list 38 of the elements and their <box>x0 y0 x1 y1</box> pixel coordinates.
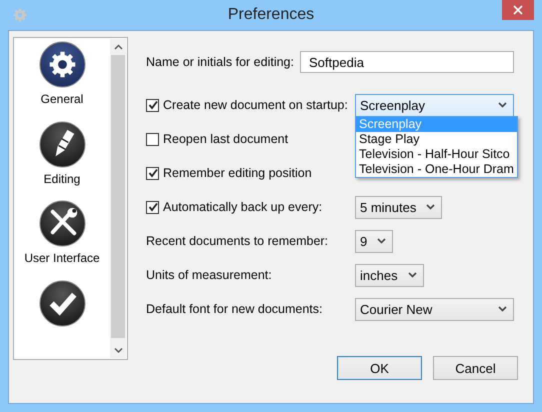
dropdown-option[interactable]: Television - Half-Hour Sitco <box>356 146 517 162</box>
gear-icon <box>11 6 29 24</box>
checkbox[interactable] <box>146 200 159 214</box>
setting-label: Name or initials for editing: <box>146 55 294 69</box>
ok-button[interactable]: OK <box>337 356 422 380</box>
checkbox[interactable] <box>146 98 159 112</box>
window-title: Preferences <box>226 6 316 24</box>
category-item[interactable]: General <box>14 41 110 120</box>
caret-icon <box>426 204 436 210</box>
scroll-down-icon[interactable] <box>114 347 122 353</box>
dropdown[interactable]: Courier New <box>355 298 514 320</box>
caret-icon <box>498 102 507 108</box>
scroll-up-icon[interactable] <box>114 44 122 50</box>
dropdown[interactable]: 9 <box>355 230 394 252</box>
setting-label: Recent documents to remember: <box>146 234 328 248</box>
setting-label: Reopen last document <box>163 132 288 146</box>
setting-label: Create new document on startup: <box>163 98 348 112</box>
category-item[interactable]: Editing <box>14 120 110 200</box>
checkbox[interactable] <box>146 132 159 146</box>
close-button[interactable] <box>502 0 534 20</box>
dropdown[interactable]: inches <box>355 264 424 286</box>
scroll-thumb[interactable] <box>111 55 125 338</box>
dropdown[interactable]: 5 minutes <box>355 196 442 218</box>
setting-label: Remember editing position <box>163 166 312 180</box>
category-item[interactable]: User Interface <box>14 200 110 280</box>
name-field[interactable]: Softpedia <box>300 51 514 73</box>
caret-icon <box>498 306 507 312</box>
scrollbar[interactable] <box>110 39 126 358</box>
setting-label: Automatically back up every: <box>163 200 322 214</box>
cancel-button[interactable]: Cancel <box>433 356 518 380</box>
close-icon <box>513 5 523 15</box>
checkbox[interactable] <box>146 166 159 180</box>
setting-label: Units of measurement: <box>146 268 272 282</box>
setting-label: Default font for new documents: <box>146 302 322 316</box>
caret-icon <box>377 238 386 244</box>
caret-icon <box>408 272 417 278</box>
dropdown-option[interactable]: Television - One-Hour Dram <box>356 162 517 176</box>
dropdown-option[interactable]: Stage Play <box>356 132 517 146</box>
